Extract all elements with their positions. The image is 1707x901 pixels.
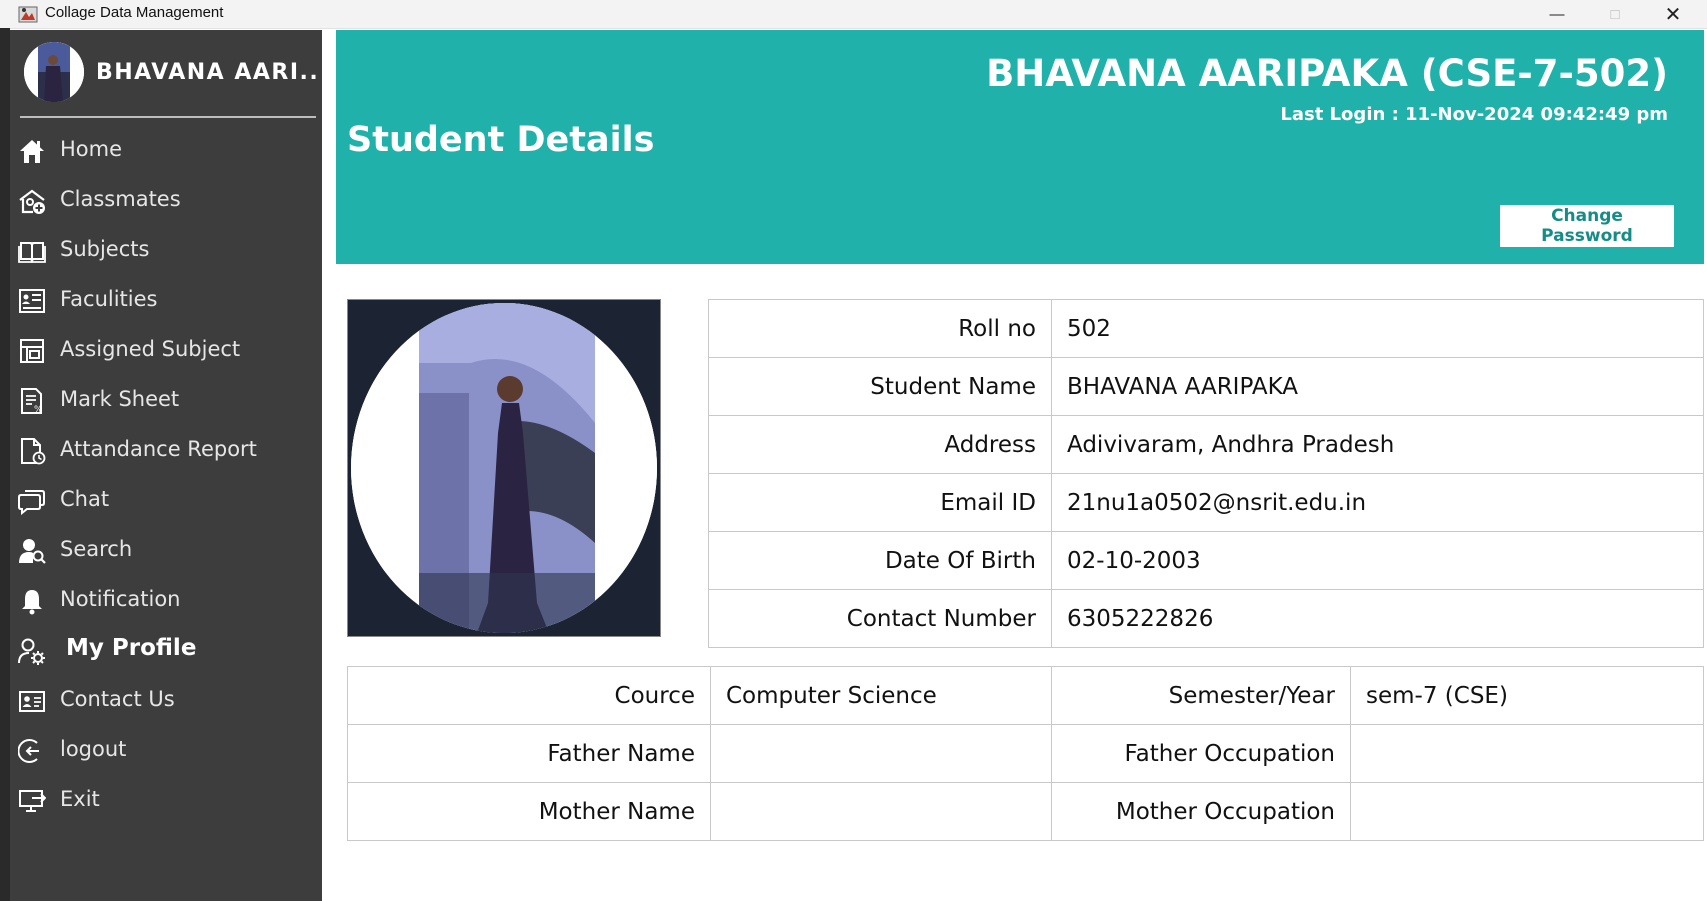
table-row: Date Of Birth 02-10-2003 — [708, 531, 1704, 590]
profile-photo — [347, 299, 661, 637]
sidebar-item-label: Mark Sheet — [60, 387, 180, 411]
sidebar-profile: BHAVANA AARI... — [10, 30, 322, 118]
dob-label: Date Of Birth — [708, 531, 1052, 590]
app-logo-icon — [18, 6, 38, 23]
student-name-label: Student Name — [708, 357, 1052, 416]
sidebar-item-label: Home — [60, 137, 123, 161]
page-title: Student Details — [347, 120, 655, 160]
minimize-button[interactable]: — — [1528, 0, 1586, 28]
sidebar-item-label: My Profile — [66, 635, 197, 661]
table-row: Roll no 502 — [708, 299, 1704, 358]
sidebar-item-label: Exit — [60, 787, 100, 811]
profile-photo-image — [351, 303, 657, 633]
title-bar: Collage Data Management — □ ✕ — [0, 0, 1707, 29]
book-icon — [18, 242, 46, 264]
table-row: Address Adivivaram, Andhra Pradesh — [708, 415, 1704, 474]
student-title: BHAVANA AARIPAKA (CSE-7-502) — [986, 52, 1668, 95]
sidebar-item-label: Subjects — [60, 237, 150, 261]
avatar — [24, 42, 84, 102]
sidebar-item-mark-sheet[interactable]: % Mark Sheet — [10, 375, 322, 425]
maximize-button[interactable]: □ — [1586, 0, 1644, 28]
father-occupation-label: Father Occupation — [1051, 724, 1351, 783]
email-value: 21nu1a0502@nsrit.edu.in — [1051, 473, 1704, 532]
sidebar-item-search[interactable]: Search — [10, 525, 322, 575]
table-row: Contact Number 6305222826 — [708, 589, 1704, 648]
sidebar-user-name: BHAVANA AARI... — [96, 60, 316, 85]
father-occupation-value — [1350, 724, 1704, 783]
close-button[interactable]: ✕ — [1644, 0, 1702, 28]
table-row: Father Name Father Occupation — [347, 724, 1704, 783]
sidebar-item-label: Chat — [60, 487, 110, 511]
table-row: Student Name BHAVANA AARIPAKA — [708, 357, 1704, 416]
sidebar-item-my-profile[interactable]: My Profile — [10, 625, 322, 675]
sidebar-item-chat[interactable]: Chat — [10, 475, 322, 525]
change-password-button[interactable]: Change Password — [1500, 205, 1674, 247]
user-settings-icon — [18, 638, 45, 665]
home-icon — [20, 140, 44, 163]
sidebar-item-label: Faculities — [60, 287, 158, 311]
sidebar-item-classmates[interactable]: Classmates — [10, 175, 322, 225]
classmates-icon — [19, 189, 45, 214]
bell-icon — [22, 590, 42, 615]
contact-card-icon — [19, 691, 45, 712]
report-icon — [21, 438, 46, 465]
sidebar-item-home[interactable]: Home — [10, 125, 322, 175]
chat-icon — [18, 490, 45, 515]
course-label: Cource — [347, 666, 711, 725]
sidebar-item-label: Classmates — [60, 187, 181, 211]
course-value: Computer Science — [710, 666, 1052, 725]
address-label: Address — [708, 415, 1052, 474]
sidebar-item-label: Contact Us — [60, 687, 175, 711]
sidebar-item-label: Notification — [60, 587, 181, 611]
user-search-icon — [19, 539, 46, 564]
last-login: Last Login : 11-Nov-2024 09:42:49 pm — [1280, 104, 1668, 125]
header-banner: BHAVANA AARIPAKA (CSE-7-502) Last Login … — [336, 30, 1704, 264]
svg-text:%: % — [34, 405, 43, 415]
sidebar-item-exit[interactable]: Exit — [10, 775, 322, 825]
table-row: Mother Name Mother Occupation — [347, 782, 1704, 841]
assigned-subject-icon — [20, 339, 44, 363]
sidebar-item-assigned-subject[interactable]: Assigned Subject — [10, 325, 322, 375]
mark-sheet-icon: % — [21, 388, 43, 415]
sidebar-item-attandance-report[interactable]: Attandance Report — [10, 425, 322, 475]
sidebar: BHAVANA AARI... Home Classmates Subjects… — [10, 30, 322, 901]
mother-name-value — [710, 782, 1052, 841]
app-window: Collage Data Management — □ ✕ BHAVANA AA… — [0, 0, 1707, 901]
dob-value: 02-10-2003 — [1051, 531, 1704, 590]
semester-value: sem-7 (CSE) — [1350, 666, 1704, 725]
mother-occupation-value — [1350, 782, 1704, 841]
sidebar-menu: Home Classmates Subjects Faculities Assi… — [10, 125, 322, 825]
address-value: Adivivaram, Andhra Pradesh — [1051, 415, 1704, 474]
sidebar-item-contact-us[interactable]: Contact Us — [10, 675, 322, 725]
father-name-label: Father Name — [347, 724, 711, 783]
sidebar-item-subjects[interactable]: Subjects — [10, 225, 322, 275]
sidebar-item-label: logout — [60, 737, 127, 761]
sidebar-item-label: Attandance Report — [60, 437, 257, 461]
email-label: Email ID — [708, 473, 1052, 532]
sidebar-item-logout[interactable]: logout — [10, 725, 322, 775]
contact-number-label: Contact Number — [708, 589, 1052, 648]
table-row: Cource Computer Science Semester/Year se… — [347, 666, 1704, 725]
roll-no-label: Roll no — [708, 299, 1052, 358]
roll-no-value: 502 — [1051, 299, 1704, 358]
sidebar-item-faculities[interactable]: Faculities — [10, 275, 322, 325]
academic-family-table: Cource Computer Science Semester/Year se… — [347, 666, 1704, 841]
logout-icon — [18, 739, 39, 763]
father-name-value — [710, 724, 1052, 783]
sidebar-item-label: Assigned Subject — [60, 337, 241, 361]
exit-icon — [19, 790, 46, 812]
faculty-list-icon — [19, 289, 45, 313]
background-strip — [0, 28, 10, 901]
sidebar-divider — [20, 116, 316, 118]
sidebar-item-label: Search — [60, 537, 133, 561]
contact-number-value: 6305222826 — [1051, 589, 1704, 648]
window-title: Collage Data Management — [45, 4, 224, 21]
mother-occupation-label: Mother Occupation — [1051, 782, 1351, 841]
table-row: Email ID 21nu1a0502@nsrit.edu.in — [708, 473, 1704, 532]
semester-label: Semester/Year — [1051, 666, 1351, 725]
student-name-value: BHAVANA AARIPAKA — [1051, 357, 1704, 416]
sidebar-item-notification[interactable]: Notification — [10, 575, 322, 625]
mother-name-label: Mother Name — [347, 782, 711, 841]
student-info-table: Roll no 502 Student Name BHAVANA AARIPAK… — [708, 299, 1704, 648]
